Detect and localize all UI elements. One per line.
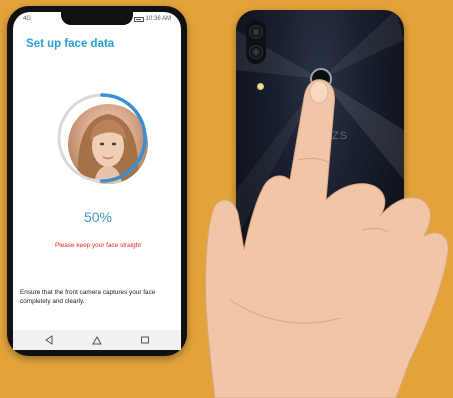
hand bbox=[204, 79, 449, 398]
scene: ZS 4G 10:36 AM Set up face data 50% Plea… bbox=[0, 0, 453, 398]
fingernail bbox=[309, 80, 329, 104]
hand-palm bbox=[204, 79, 449, 398]
